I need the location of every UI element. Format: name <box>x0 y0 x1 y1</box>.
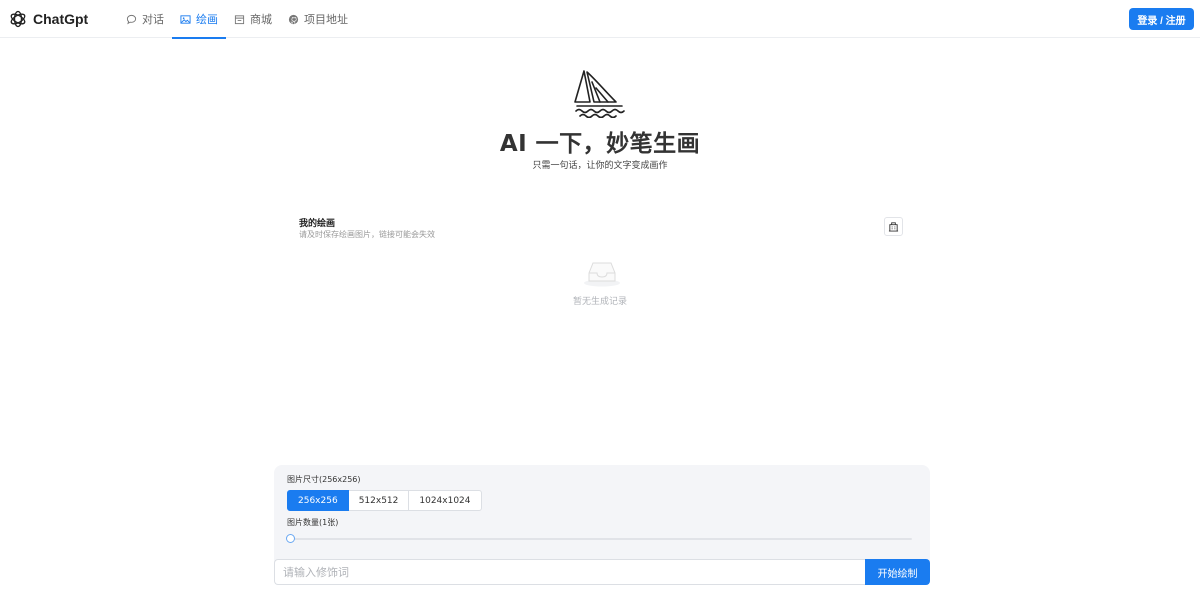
empty-inbox-icon <box>584 262 620 287</box>
size-option-256[interactable]: 256x256 <box>287 490 349 511</box>
brand[interactable]: ChatGpt <box>8 9 88 29</box>
shop-icon <box>234 14 245 24</box>
empty-state-text: 暂无生成记录 <box>572 297 627 307</box>
nav-item-shop[interactable]: 商城 <box>226 0 280 38</box>
size-options: 256x256 512x512 1024x1024 <box>287 490 482 511</box>
top-header: ChatGpt 对话 绘画 商城 项目地址 登录 / 注册 <box>0 0 1200 39</box>
github-icon <box>288 14 299 24</box>
size-label: 图片尺寸(256x256) <box>287 475 361 484</box>
count-slider-handle[interactable] <box>286 534 295 543</box>
hero-subtitle: 只需一句话，让你的文字变成画作 <box>532 161 668 171</box>
hero-title: AI 一下，妙笔生画 <box>499 131 701 157</box>
count-slider-track[interactable] <box>290 538 912 540</box>
nav-label-shop: 商城 <box>250 13 272 26</box>
prompt-input[interactable] <box>274 559 865 585</box>
picture-icon <box>180 14 191 24</box>
nav-item-chat[interactable]: 对话 <box>118 0 172 38</box>
main-nav: 对话 绘画 商城 项目地址 <box>118 0 356 39</box>
gallery-subtitle: 请及时保存绘画图片，链接可能会失效 <box>299 230 435 239</box>
gallery-title: 我的绘画 <box>299 219 336 229</box>
nav-label-project: 项目地址 <box>304 13 348 26</box>
nav-label-paint: 绘画 <box>196 13 218 26</box>
size-option-512[interactable]: 512x512 <box>347 490 410 511</box>
building-icon <box>888 222 899 232</box>
start-draw-button[interactable]: 开始绘制 <box>865 559 930 585</box>
login-register-button[interactable]: 登录 / 注册 <box>1129 8 1194 30</box>
brand-name: ChatGpt <box>33 11 89 27</box>
count-label: 图片数量(1张) <box>287 518 339 527</box>
nav-item-paint[interactable]: 绘画 <box>172 0 226 39</box>
chat-bubble-icon <box>126 14 137 24</box>
size-option-1024[interactable]: 1024x1024 <box>408 490 482 511</box>
gallery-action-button[interactable] <box>884 217 903 236</box>
nav-label-chat: 对话 <box>142 13 164 26</box>
openai-logo-icon <box>10 10 26 28</box>
sailboat-logo-icon <box>574 70 625 118</box>
nav-item-project[interactable]: 项目地址 <box>280 0 356 38</box>
